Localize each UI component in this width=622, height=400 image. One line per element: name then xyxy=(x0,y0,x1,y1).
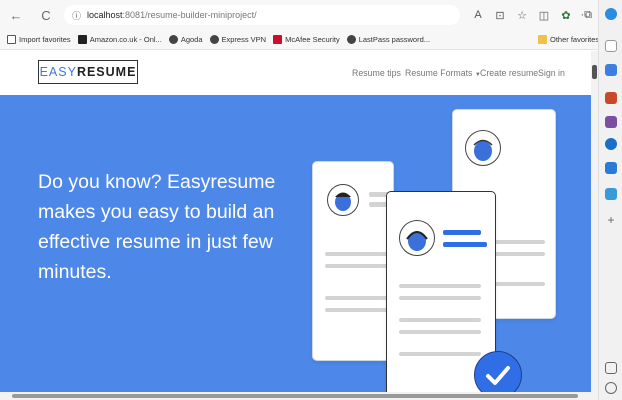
browser-sidebar: + xyxy=(598,0,622,400)
bookmark-item[interactable]: Import favorites xyxy=(7,35,71,44)
site-logo[interactable]: EASY RESUME xyxy=(38,60,138,84)
extension-icon[interactable]: ✿ xyxy=(556,5,576,25)
settings-icon[interactable] xyxy=(605,382,617,394)
resume-card-left xyxy=(312,161,394,361)
check-badge xyxy=(474,351,522,392)
bookmark-item[interactable]: LastPass password... xyxy=(346,35,430,44)
back-icon[interactable]: ← xyxy=(6,5,26,25)
browser-window: ← C ⓘ localhost:8081/resume-builder-mini… xyxy=(0,0,622,400)
vertical-scrollbar[interactable] xyxy=(591,51,598,392)
text-line xyxy=(399,352,481,356)
tabs-icon[interactable]: ◫ xyxy=(534,5,554,25)
bookmark-item[interactable]: Amazon.co.uk - Onl... xyxy=(77,35,162,44)
accent-line xyxy=(443,242,487,247)
bookmark-item[interactable]: Agoda xyxy=(168,35,203,44)
split-screen-icon[interactable]: ⊡ xyxy=(490,5,510,25)
globe-icon xyxy=(209,35,219,44)
shopping-icon[interactable] xyxy=(605,92,617,104)
copilot-icon[interactable] xyxy=(605,8,617,20)
avatar-icon xyxy=(399,220,435,256)
nav-create-resume[interactable]: Create resume xyxy=(480,68,538,78)
other-favorites[interactable]: Other favorites xyxy=(538,35,599,44)
nav-resume-tips[interactable]: Resume tips xyxy=(352,68,401,78)
favorite-icon[interactable]: ☆ xyxy=(512,5,532,25)
site-navbar: EASY RESUME Resume tips Resume Formats ▼ … xyxy=(0,51,598,95)
nav-sign-in[interactable]: Sign in xyxy=(538,68,565,78)
browser-toolbar: ← C ⓘ localhost:8081/resume-builder-mini… xyxy=(0,0,598,30)
amazon-icon xyxy=(77,35,87,44)
search-icon[interactable] xyxy=(605,40,617,52)
text-line xyxy=(399,284,481,288)
read-aloud-icon[interactable]: A xyxy=(468,5,488,25)
text-line xyxy=(325,296,387,300)
nav-resume-formats-label: Resume Formats xyxy=(405,68,473,78)
text-line xyxy=(399,318,481,322)
info-icon[interactable]: ⓘ xyxy=(72,9,81,22)
text-line xyxy=(325,264,387,268)
more-menu-icon[interactable]: ··· xyxy=(576,5,596,25)
bookmark-item[interactable]: McAfee Security xyxy=(273,35,340,44)
url-path: :8081/resume-builder-miniproject/ xyxy=(122,10,257,20)
bookmarks-bar: Import favorites Amazon.co.uk - Onl... A… xyxy=(0,30,599,50)
games-icon[interactable] xyxy=(605,138,617,150)
scrollbar-thumb[interactable] xyxy=(592,65,597,79)
add-icon[interactable]: + xyxy=(605,214,617,226)
text-line xyxy=(399,330,481,334)
nav-resume-formats[interactable]: Resume Formats ▼ xyxy=(405,68,481,78)
text-line xyxy=(325,252,387,256)
url-host: localhost xyxy=(87,10,123,20)
folder-icon xyxy=(538,35,547,44)
text-line xyxy=(399,296,481,300)
text-line xyxy=(325,308,387,312)
logo-bold-text: RESUME xyxy=(76,65,137,79)
drop-icon[interactable] xyxy=(605,188,617,200)
refresh-icon[interactable]: C xyxy=(36,5,56,25)
import-icon xyxy=(7,35,16,44)
scrollbar-thumb[interactable] xyxy=(12,394,578,398)
tag-icon[interactable] xyxy=(605,64,617,76)
avatar-icon xyxy=(327,184,359,216)
bookmark-item[interactable]: Express VPN xyxy=(209,35,266,44)
avatar-icon xyxy=(465,130,501,166)
checkmark-icon xyxy=(486,366,510,385)
page-content: EASY RESUME Resume tips Resume Formats ▼ … xyxy=(0,51,598,392)
tools-icon[interactable] xyxy=(605,116,617,128)
address-bar[interactable]: ⓘ localhost:8081/resume-builder-miniproj… xyxy=(64,5,460,25)
hero-section: Do you know? Easyresume makes you easy t… xyxy=(0,95,598,392)
outlook-icon[interactable] xyxy=(605,162,617,174)
mcafee-icon xyxy=(273,35,283,44)
globe-icon xyxy=(346,35,356,44)
hero-headline: Do you know? Easyresume makes you easy t… xyxy=(38,171,276,283)
horizontal-scrollbar[interactable] xyxy=(0,392,598,400)
accent-line xyxy=(443,230,481,235)
logo-light-text: EASY xyxy=(39,65,77,79)
globe-icon xyxy=(168,35,178,44)
sidebar-toggle-icon[interactable] xyxy=(605,362,617,374)
